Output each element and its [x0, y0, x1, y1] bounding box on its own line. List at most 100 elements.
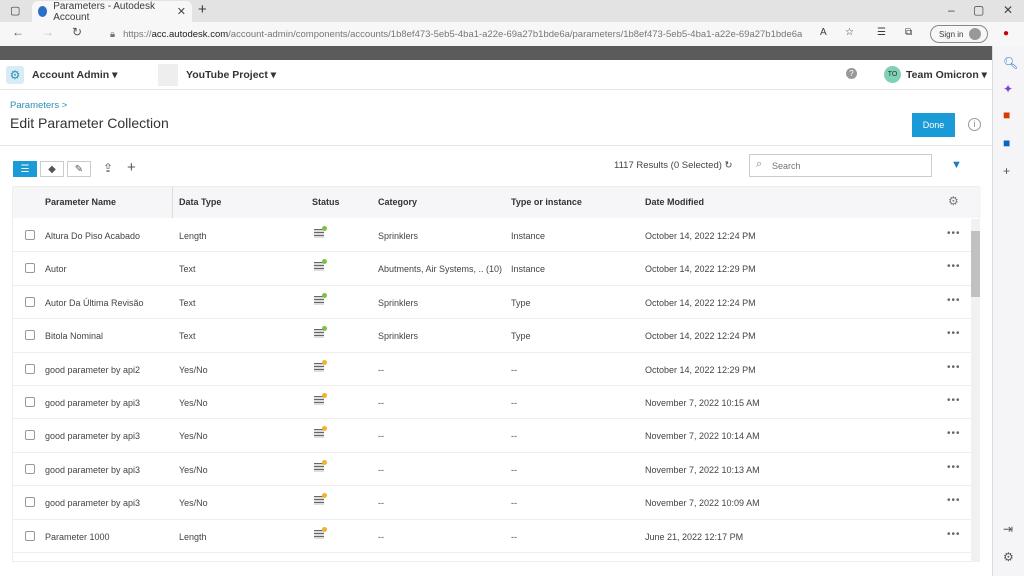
parameter-name: good parameter by api3 [45, 431, 141, 442]
help-icon[interactable]: ? [846, 68, 857, 79]
table-row[interactable]: good parameter by api3 Yes/No -- -- Nove… [13, 453, 971, 487]
favorites-icon[interactable]: ☰ [877, 27, 886, 38]
category: Sprinklers [378, 297, 419, 308]
sign-in-button[interactable]: Sign in [930, 25, 988, 43]
row-checkbox[interactable] [25, 430, 35, 441]
edit-pencil-icon[interactable]: ✎ [67, 161, 91, 177]
refresh-icon[interactable]: ↻ [72, 25, 82, 39]
favorite-icon[interactable]: ☆ [845, 27, 854, 38]
parameter-name: good parameter by api3 [45, 464, 141, 475]
more-options-icon[interactable]: ••• [947, 395, 961, 406]
more-options-icon[interactable]: ••• [947, 228, 961, 239]
status-icon [314, 359, 327, 372]
filter-icon[interactable]: ▼ [951, 159, 962, 171]
close-tab-icon[interactable]: ✕ [177, 5, 186, 18]
back-icon[interactable]: ← [12, 25, 24, 39]
column-type-or-instance[interactable]: Type or instance [511, 197, 582, 207]
status-icon [314, 393, 327, 405]
search-sidebar-icon[interactable]: 🔍︎ [1003, 56, 1018, 70]
add-icon[interactable]: + [127, 159, 136, 176]
table-row[interactable]: good parameter by api2 Yes/No -- -- Octo… [13, 353, 971, 386]
user-name: Team Omicron [906, 69, 979, 81]
row-checkbox[interactable] [25, 497, 35, 508]
more-options-icon[interactable]: ••• [947, 295, 961, 306]
app-switcher[interactable]: Account Admin ▾ [32, 69, 117, 81]
row-checkbox[interactable] [25, 296, 35, 307]
data-type: Length [179, 531, 207, 542]
more-options-icon[interactable]: ••• [947, 428, 961, 439]
row-checkbox[interactable] [25, 230, 35, 240]
info-icon[interactable]: i [968, 118, 981, 131]
row-checkbox[interactable] [25, 363, 35, 374]
parameter-name: good parameter by api3 [45, 498, 141, 509]
row-checkbox[interactable] [25, 463, 35, 474]
column-date-modified[interactable]: Date Modified [645, 197, 704, 207]
table-row[interactable]: Autor Da Última Revisão Text Sprinklers … [13, 286, 971, 320]
refresh-results-icon[interactable]: ↻ [725, 160, 733, 171]
parameter-name: good parameter by api3 [45, 398, 141, 408]
column-parameter-name[interactable]: Parameter Name [45, 197, 116, 207]
done-button[interactable]: Done [912, 113, 955, 137]
lock-icon: 🔒︎ [110, 28, 116, 40]
row-checkbox[interactable] [25, 397, 35, 407]
scrollbar-thumb[interactable] [971, 231, 980, 297]
collections-icon[interactable]: ⧉ [905, 27, 912, 38]
more-options-icon[interactable]: ••• [947, 328, 961, 339]
browser-tab[interactable]: Parameters - Autodesk Account ✕ [32, 0, 192, 23]
hide-sidebar-icon[interactable]: ⇥ [1003, 522, 1013, 536]
parameter-name: Altura Do Piso Acabado [45, 231, 141, 241]
row-checkbox[interactable] [25, 263, 35, 274]
more-options-icon[interactable]: ••• [947, 261, 961, 272]
notification-icon[interactable]: ● [1003, 28, 1009, 39]
read-aloud-icon[interactable]: A [820, 27, 827, 38]
copilot-icon[interactable]: ✦ [1003, 82, 1013, 96]
upload-icon[interactable]: ⇪ [103, 161, 113, 175]
outlook-icon[interactable]: ■ [1003, 136, 1010, 150]
search-input[interactable] [749, 154, 932, 177]
project-switcher[interactable]: YouTube Project ▾ [186, 69, 276, 81]
column-category[interactable]: Category [378, 197, 417, 207]
more-options-icon[interactable]: ••• [947, 529, 961, 540]
search-icon: ⌕ [756, 158, 763, 170]
type-or-instance: -- [511, 498, 517, 509]
table-row[interactable]: good parameter by api3 Yes/No -- -- Nove… [13, 419, 971, 453]
more-options-icon[interactable]: ••• [947, 495, 961, 506]
category: -- [378, 431, 384, 442]
office-icon[interactable]: ■ [1003, 108, 1010, 122]
more-options-icon[interactable]: ••• [947, 462, 961, 473]
table-row[interactable]: good parameter by api3 Yes/No -- -- Nove… [13, 486, 971, 520]
table-row[interactable]: Bitola Nominal Text Sprinklers Type Octo… [13, 319, 971, 353]
url-field[interactable]: 🔒︎ https://acc.autodesk.com/account-admi… [100, 25, 808, 43]
category: -- [378, 531, 384, 542]
column-settings-icon[interactable]: ⚙ [948, 194, 959, 208]
minimize-icon[interactable]: – [948, 3, 955, 17]
table-row[interactable]: Altura Do Piso Acabado Length Sprinklers… [13, 219, 971, 253]
tab-title: Parameters - Autodesk Account [53, 0, 155, 23]
row-checkbox[interactable] [25, 330, 35, 341]
user-menu[interactable]: Team Omicron ▾ [906, 69, 987, 81]
row-checkbox[interactable] [25, 530, 35, 541]
table-row[interactable]: good parameter by api3 Yes/No -- -- Nove… [13, 386, 971, 420]
sidebar-settings-icon[interactable]: ⚙ [1003, 550, 1014, 564]
dark-banner [0, 46, 992, 60]
list-view-icon[interactable]: ☰ [13, 161, 37, 177]
edge-sidebar: ● 🔍︎ ✦ ■ ■ + ⇥ ⚙ [992, 28, 1024, 576]
tab-actions-icon[interactable]: ▢ [10, 4, 20, 17]
column-status[interactable]: Status [312, 197, 340, 207]
restore-icon[interactable]: ▢ [973, 3, 984, 17]
project-thumbnail [158, 64, 178, 86]
tag-icon[interactable]: ◆ [40, 161, 64, 177]
more-options-icon[interactable]: ••• [947, 362, 961, 373]
url-path: /account-admin/components/accounts/1b8ef… [228, 28, 803, 40]
table-row[interactable]: Parameter 1000 Length -- -- June 21, 202… [13, 520, 971, 553]
page-title: Edit Parameter Collection [10, 115, 169, 131]
new-tab-icon[interactable]: + [198, 1, 207, 18]
add-sidebar-icon[interactable]: + [1003, 164, 1010, 178]
forward-icon[interactable]: → [42, 25, 54, 39]
breadcrumb[interactable]: Parameters > [10, 100, 67, 111]
column-data-type[interactable]: Data Type [179, 197, 221, 207]
date-modified: November 7, 2022 10:09 AM [645, 498, 760, 509]
project-name: YouTube Project [186, 69, 268, 81]
table-row[interactable]: Autor Text Abutments, Air Systems, .. (1… [13, 252, 971, 286]
close-window-icon[interactable]: ✕ [1003, 3, 1013, 17]
